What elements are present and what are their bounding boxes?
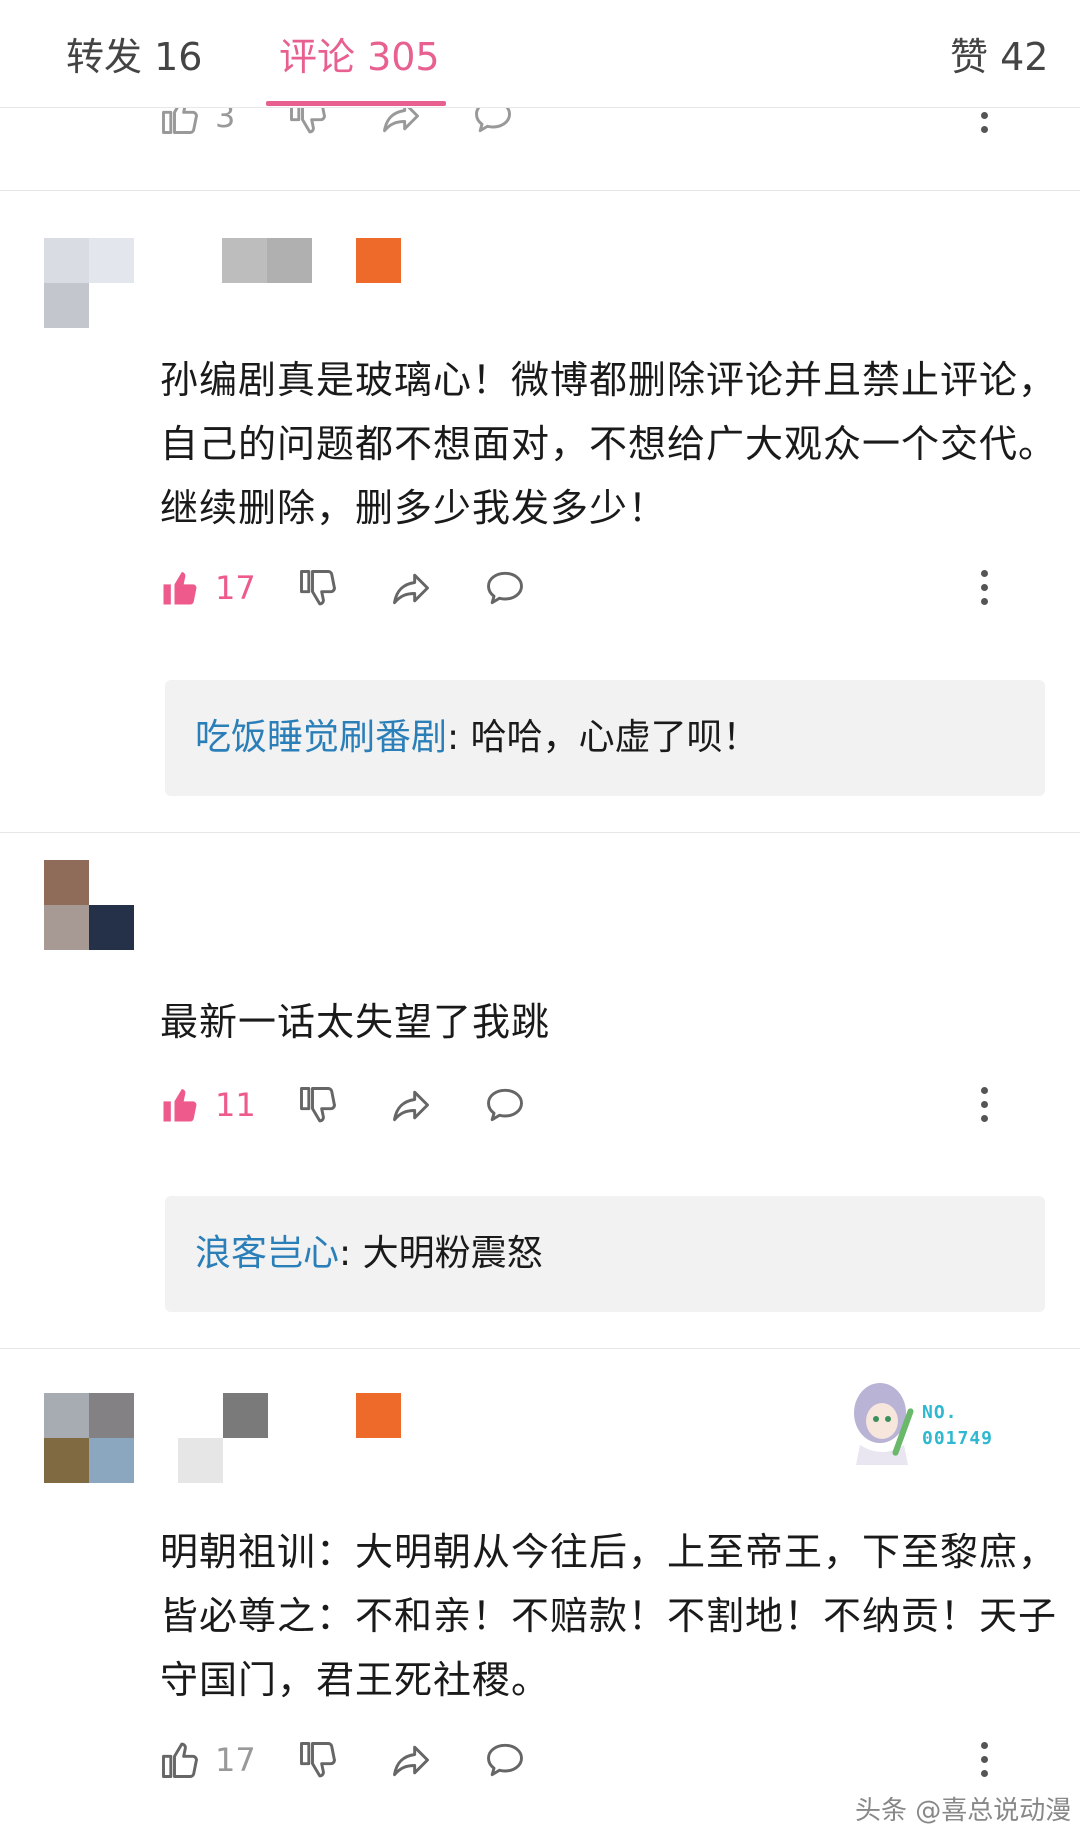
- username-redacted[interactable]: [178, 1393, 268, 1483]
- like-count: 17: [215, 1741, 256, 1779]
- dislike-button[interactable]: [296, 566, 340, 610]
- action-bar: 11: [0, 1075, 1080, 1135]
- tab-likes[interactable]: 赞 42: [950, 26, 1048, 81]
- comment-icon: [475, 108, 511, 133]
- action-bar: 17: [0, 558, 1080, 618]
- thumbs-down-icon: [300, 570, 336, 606]
- more-icon[interactable]: [978, 1083, 990, 1127]
- dislike-button[interactable]: [296, 1738, 340, 1782]
- like-button[interactable]: [158, 566, 202, 610]
- more-icon[interactable]: [978, 1738, 990, 1782]
- like-count: 11: [215, 1086, 256, 1124]
- more-icon[interactable]: [978, 108, 990, 138]
- vip-icon: [356, 1393, 401, 1438]
- comment-icon: [487, 571, 523, 605]
- dislike-button[interactable]: [286, 108, 330, 138]
- comment-text: 明朝祖训：大明朝从今往后，上至帝王，下至黎庶，皆必尊之：不和亲！不赔款！不割地！…: [160, 1530, 1058, 1702]
- action-bar: 17: [0, 1730, 1080, 1790]
- comment-text: 最新一话太失望了我跳: [160, 1000, 551, 1044]
- like-button[interactable]: [158, 1738, 202, 1782]
- like-count: 17: [215, 569, 256, 607]
- reply-button[interactable]: [482, 1083, 528, 1127]
- share-button[interactable]: [388, 1738, 434, 1782]
- avatar[interactable]: [44, 238, 134, 328]
- share-icon: [383, 108, 419, 133]
- comment-text: 孙编剧真是玻璃心！微博都删除评论并且禁止评论，自己的问题都不想面对，不想给广大观…: [160, 358, 1058, 530]
- share-button[interactable]: [388, 566, 434, 610]
- share-icon: [393, 573, 429, 605]
- reply-username[interactable]: 吃饭睡觉刷番剧: [195, 717, 447, 758]
- comment-tabs: 转发 16 评论 305 赞 42: [0, 0, 1080, 108]
- reply-separator: :: [447, 717, 471, 758]
- thumbs-up-filled-icon: [163, 572, 197, 605]
- username-redacted[interactable]: [222, 238, 312, 283]
- avatar[interactable]: [44, 1393, 134, 1483]
- reply-preview[interactable]: 吃饭睡觉刷番剧: 哈哈，心虚了呗！: [165, 680, 1045, 796]
- thumbs-down-icon: [300, 1742, 336, 1778]
- thumbs-up-icon: [162, 1742, 198, 1778]
- reply-text: 哈哈，心虚了呗！: [470, 717, 759, 758]
- like-button[interactable]: [158, 1083, 202, 1127]
- tab-repost[interactable]: 转发 16: [66, 26, 202, 81]
- reply-separator: :: [339, 1233, 363, 1274]
- share-icon: [393, 1090, 429, 1122]
- reply-preview[interactable]: 浪客岂心: 大明粉震怒: [165, 1196, 1045, 1312]
- partial-action-bar: 3: [0, 108, 1080, 190]
- divider: [0, 1348, 1080, 1349]
- thumbs-up-filled-icon: [163, 1089, 197, 1122]
- reply-button[interactable]: [482, 1738, 528, 1782]
- divider: [0, 832, 1080, 833]
- like-count: 3: [215, 108, 236, 135]
- share-icon: [393, 1745, 429, 1777]
- thumbs-down-icon: [290, 108, 326, 134]
- active-tab-indicator: [266, 101, 446, 106]
- more-icon[interactable]: [978, 566, 990, 610]
- comment-icon: [487, 1743, 523, 1777]
- reply-text: 大明粉震怒: [362, 1233, 543, 1274]
- dislike-button[interactable]: [296, 1083, 340, 1127]
- share-button[interactable]: [378, 108, 424, 138]
- reply-username[interactable]: 浪客岂心: [195, 1233, 339, 1274]
- badge-label: NO.: [922, 1402, 958, 1423]
- comment-icon: [487, 1088, 523, 1122]
- thumbs-down-icon: [300, 1087, 336, 1123]
- tab-comments[interactable]: 评论 305: [279, 26, 440, 81]
- watermark: 头条 @喜总说动漫: [855, 1796, 1072, 1826]
- reply-button[interactable]: [470, 108, 516, 138]
- badge-number: 001749: [922, 1428, 994, 1449]
- avatar[interactable]: [44, 860, 134, 950]
- thumbs-up-icon: [162, 108, 198, 134]
- like-button[interactable]: [158, 108, 202, 138]
- reply-button[interactable]: [482, 566, 528, 610]
- vip-icon: [356, 238, 401, 283]
- divider: [0, 190, 1080, 191]
- share-button[interactable]: [388, 1083, 434, 1127]
